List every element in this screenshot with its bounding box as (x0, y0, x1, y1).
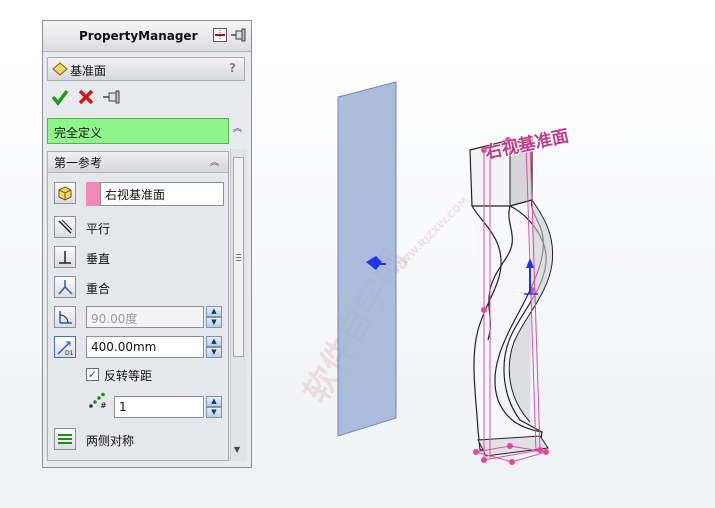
offset-distance-icon: D1 (57, 341, 74, 356)
ok-button[interactable] (51, 87, 69, 107)
coincident-icon (58, 280, 73, 295)
distance-button[interactable]: D1 (54, 336, 76, 358)
number-of-planes-icon: # (88, 392, 108, 413)
check-icon (51, 89, 69, 106)
first-reference-header[interactable]: 第一参考 ︽ (48, 152, 228, 173)
keep-visible-pin-button[interactable] (103, 87, 121, 107)
scrollbar-thumb[interactable] (233, 157, 244, 357)
graphics-viewport[interactable] (260, 0, 715, 508)
parallel-label: 平行 (86, 222, 111, 236)
status-collapse-icon[interactable]: ︽ (233, 121, 242, 134)
flip-offset-checkbox[interactable]: ✓ (86, 368, 99, 381)
coincident-label: 重合 (86, 282, 111, 296)
help-button[interactable]: ? (229, 61, 236, 75)
reference-entity-button[interactable] (54, 182, 76, 204)
mid-plane-icon (58, 434, 72, 444)
mid-plane-label: 两侧对称 (86, 434, 135, 448)
scrollbar[interactable]: ▼ (230, 149, 247, 461)
perpendicular-label: 垂直 (86, 252, 111, 266)
coincident-button[interactable] (54, 276, 76, 298)
angle-input[interactable]: 90.00度 (86, 306, 204, 328)
angle-icon (59, 311, 72, 324)
property-manager-title: PropertyManager (79, 29, 198, 43)
angle-button[interactable] (54, 306, 76, 328)
parallel-button[interactable] (54, 216, 76, 238)
scroll-down-icon[interactable]: ▼ (234, 445, 240, 454)
parallel-icon (58, 219, 73, 234)
status-message: 完全定义 (47, 118, 229, 144)
angle-spinner[interactable]: ▲ ▼ (206, 306, 222, 328)
distance-input[interactable]: 400.00mm (86, 336, 204, 358)
property-manager-header: PropertyManager (43, 21, 251, 52)
first-reference-group: 第一参考 ︽ 右视基准面 平行 垂直 重合 90.00度 ▲ ▼ D1 400.… (47, 151, 229, 461)
cube-icon (58, 186, 72, 201)
perpendicular-icon (59, 251, 71, 264)
distance-spinner[interactable]: ▲ ▼ (206, 336, 222, 358)
x-icon (78, 89, 94, 105)
selection-color-swatch (86, 182, 100, 206)
pushpin-icon (103, 90, 120, 104)
svg-text:#: # (100, 401, 107, 410)
svg-text:D1: D1 (65, 350, 74, 356)
collapse-group-icon[interactable]: ︽ (210, 155, 219, 168)
property-manager-panel: PropertyManager 基准面 ? 完全定义 ︽ ▼ 第一参考 ︽ 右视… (42, 20, 252, 468)
number-of-planes-spinner[interactable]: ▲ ▼ (206, 396, 222, 418)
split-view-icon[interactable] (213, 28, 227, 42)
first-reference-title: 第一参考 (54, 156, 103, 170)
plane-feature-icon (52, 62, 68, 79)
reference-selection-box[interactable]: 右视基准面 (100, 182, 224, 206)
flip-offset-label: 反转等距 (104, 369, 153, 383)
mid-plane-button[interactable] (54, 428, 76, 450)
feature-title-row: 基准面 ? (47, 57, 245, 81)
pushpin-header-icon[interactable] (231, 28, 246, 42)
feature-name: 基准面 (70, 64, 107, 78)
action-buttons (51, 87, 151, 109)
number-of-planes-input[interactable]: 1 (114, 396, 204, 418)
cancel-button[interactable] (77, 87, 95, 107)
perpendicular-button[interactable] (54, 246, 76, 268)
